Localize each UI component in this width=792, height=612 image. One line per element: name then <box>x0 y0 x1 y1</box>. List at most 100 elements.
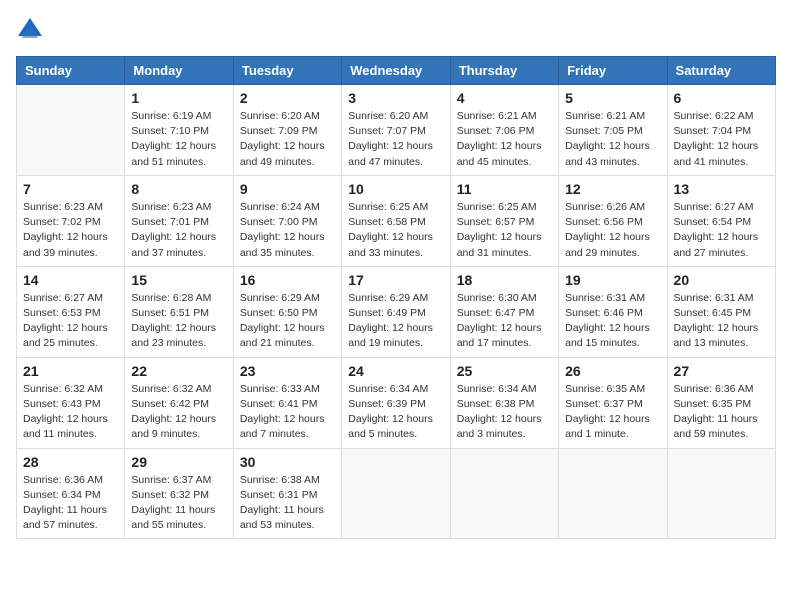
calendar-day-cell: 29Sunrise: 6:37 AMSunset: 6:32 PMDayligh… <box>125 448 233 539</box>
weekday-header: Sunday <box>17 57 125 85</box>
calendar-header-row: SundayMondayTuesdayWednesdayThursdayFrid… <box>17 57 776 85</box>
day-number: 2 <box>240 90 335 106</box>
logo-icon <box>16 16 44 44</box>
day-info: Sunrise: 6:35 AMSunset: 6:37 PMDaylight:… <box>565 382 660 443</box>
weekday-header: Tuesday <box>233 57 341 85</box>
day-number: 21 <box>23 363 118 379</box>
day-number: 7 <box>23 181 118 197</box>
calendar-day-cell: 18 Sunrise: 6:30 AMSunset: 6:47 PMDayligh… <box>450 266 558 357</box>
calendar-day-cell: 7 Sunrise: 6:23 AMSunset: 7:02 PMDaylight… <box>17 175 125 266</box>
day-number: 11 <box>457 181 552 197</box>
calendar-day-cell: 4Sunrise: 6:21 AMSunset: 7:06 PMDaylight… <box>450 85 558 176</box>
page-header <box>16 16 776 44</box>
day-info: Sunrise: 6:22 AMSunset: 7:04 PMDaylight:… <box>674 109 769 170</box>
day-number: 22 <box>131 363 226 379</box>
calendar-day-cell: 17 Sunrise: 6:29 AMSunset: 6:49 PMDayligh… <box>342 266 450 357</box>
day-number: 14 <box>23 272 118 288</box>
calendar-day-cell: 3 Sunrise: 6:20 AMSunset: 7:07 PMDaylight… <box>342 85 450 176</box>
calendar-day-cell: 16 Sunrise: 6:29 AMSunset: 6:50 PMDayligh… <box>233 266 341 357</box>
calendar-week-row: 21Sunrise: 6:32 AMSunset: 6:43 PMDayligh… <box>17 357 776 448</box>
calendar-day-cell: 30 Sunrise: 6:38 AMSunset: 6:31 PMDayligh… <box>233 448 341 539</box>
day-number: 3 <box>348 90 443 106</box>
day-number: 25 <box>457 363 552 379</box>
calendar-day-cell: 23 Sunrise: 6:33 AMSunset: 6:41 PMDayligh… <box>233 357 341 448</box>
calendar-day-cell: 28 Sunrise: 6:36 AMSunset: 6:34 PMDayligh… <box>17 448 125 539</box>
day-info: Sunrise: 6:31 AMSunset: 6:45 PMDaylight:… <box>674 291 769 352</box>
day-info: Sunrise: 6:27 AMSunset: 6:54 PMDaylight:… <box>674 200 769 261</box>
calendar-day-cell: 15 Sunrise: 6:28 AMSunset: 6:51 PMDayligh… <box>125 266 233 357</box>
day-number: 9 <box>240 181 335 197</box>
calendar-day-cell: 6 Sunrise: 6:22 AMSunset: 7:04 PMDaylight… <box>667 85 775 176</box>
day-info: Sunrise: 6:28 AMSunset: 6:51 PMDaylight:… <box>131 291 226 352</box>
day-info: Sunrise: 6:33 AMSunset: 6:41 PMDaylight:… <box>240 382 335 443</box>
calendar-day-cell: 20Sunrise: 6:31 AMSunset: 6:45 PMDayligh… <box>667 266 775 357</box>
calendar-day-cell: 13 Sunrise: 6:27 AMSunset: 6:54 PMDayligh… <box>667 175 775 266</box>
day-info: Sunrise: 6:23 AMSunset: 7:02 PMDaylight:… <box>23 200 118 261</box>
day-info: Sunrise: 6:38 AMSunset: 6:31 PMDaylight:… <box>240 473 335 534</box>
day-info: Sunrise: 6:29 AMSunset: 6:50 PMDaylight:… <box>240 291 335 352</box>
day-info: Sunrise: 6:25 AMSunset: 6:57 PMDaylight:… <box>457 200 552 261</box>
calendar-day-cell: 24 Sunrise: 6:34 AMSunset: 6:39 PMDayligh… <box>342 357 450 448</box>
day-info: Sunrise: 6:20 AMSunset: 7:09 PMDaylight:… <box>240 109 335 170</box>
calendar-day-cell: 14Sunrise: 6:27 AMSunset: 6:53 PMDayligh… <box>17 266 125 357</box>
day-number: 16 <box>240 272 335 288</box>
day-info: Sunrise: 6:29 AMSunset: 6:49 PMDaylight:… <box>348 291 443 352</box>
calendar-day-cell: 19 Sunrise: 6:31 AMSunset: 6:46 PMDayligh… <box>559 266 667 357</box>
weekday-header: Friday <box>559 57 667 85</box>
calendar-day-cell: 10Sunrise: 6:25 AMSunset: 6:58 PMDayligh… <box>342 175 450 266</box>
calendar-day-cell <box>342 448 450 539</box>
day-number: 30 <box>240 454 335 470</box>
calendar-table: SundayMondayTuesdayWednesdayThursdayFrid… <box>16 56 776 539</box>
calendar-day-cell: 8 Sunrise: 6:23 AMSunset: 7:01 PMDaylight… <box>125 175 233 266</box>
calendar-week-row: 28 Sunrise: 6:36 AMSunset: 6:34 PMDayligh… <box>17 448 776 539</box>
logo <box>16 16 48 44</box>
calendar-day-cell: 1Sunrise: 6:19 AMSunset: 7:10 PMDaylight… <box>125 85 233 176</box>
day-number: 15 <box>131 272 226 288</box>
day-number: 29 <box>131 454 226 470</box>
day-number: 24 <box>348 363 443 379</box>
day-number: 13 <box>674 181 769 197</box>
day-info: Sunrise: 6:26 AMSunset: 6:56 PMDaylight:… <box>565 200 660 261</box>
day-number: 8 <box>131 181 226 197</box>
weekday-header: Saturday <box>667 57 775 85</box>
calendar-day-cell: 9 Sunrise: 6:24 AMSunset: 7:00 PMDaylight… <box>233 175 341 266</box>
day-info: Sunrise: 6:34 AMSunset: 6:38 PMDaylight:… <box>457 382 552 443</box>
day-info: Sunrise: 6:31 AMSunset: 6:46 PMDaylight:… <box>565 291 660 352</box>
day-info: Sunrise: 6:36 AMSunset: 6:35 PMDaylight:… <box>674 382 769 443</box>
calendar-day-cell: 21Sunrise: 6:32 AMSunset: 6:43 PMDayligh… <box>17 357 125 448</box>
calendar-day-cell <box>17 85 125 176</box>
day-info: Sunrise: 6:21 AMSunset: 7:05 PMDaylight:… <box>565 109 660 170</box>
day-info: Sunrise: 6:32 AMSunset: 6:42 PMDaylight:… <box>131 382 226 443</box>
day-number: 17 <box>348 272 443 288</box>
calendar-day-cell: 12 Sunrise: 6:26 AMSunset: 6:56 PMDayligh… <box>559 175 667 266</box>
calendar-week-row: 1Sunrise: 6:19 AMSunset: 7:10 PMDaylight… <box>17 85 776 176</box>
day-number: 18 <box>457 272 552 288</box>
calendar-day-cell: 27Sunrise: 6:36 AMSunset: 6:35 PMDayligh… <box>667 357 775 448</box>
calendar-day-cell <box>667 448 775 539</box>
day-info: Sunrise: 6:36 AMSunset: 6:34 PMDaylight:… <box>23 473 118 534</box>
day-number: 10 <box>348 181 443 197</box>
day-info: Sunrise: 6:20 AMSunset: 7:07 PMDaylight:… <box>348 109 443 170</box>
weekday-header: Wednesday <box>342 57 450 85</box>
weekday-header: Thursday <box>450 57 558 85</box>
calendar-day-cell: 2 Sunrise: 6:20 AMSunset: 7:09 PMDaylight… <box>233 85 341 176</box>
day-info: Sunrise: 6:24 AMSunset: 7:00 PMDaylight:… <box>240 200 335 261</box>
day-number: 23 <box>240 363 335 379</box>
day-number: 4 <box>457 90 552 106</box>
day-number: 28 <box>23 454 118 470</box>
calendar-day-cell: 22 Sunrise: 6:32 AMSunset: 6:42 PMDayligh… <box>125 357 233 448</box>
day-number: 12 <box>565 181 660 197</box>
calendar-day-cell <box>450 448 558 539</box>
weekday-header: Monday <box>125 57 233 85</box>
calendar-day-cell <box>559 448 667 539</box>
day-info: Sunrise: 6:34 AMSunset: 6:39 PMDaylight:… <box>348 382 443 443</box>
day-number: 26 <box>565 363 660 379</box>
day-info: Sunrise: 6:23 AMSunset: 7:01 PMDaylight:… <box>131 200 226 261</box>
day-number: 19 <box>565 272 660 288</box>
day-info: Sunrise: 6:30 AMSunset: 6:47 PMDaylight:… <box>457 291 552 352</box>
day-number: 6 <box>674 90 769 106</box>
calendar-week-row: 7 Sunrise: 6:23 AMSunset: 7:02 PMDaylight… <box>17 175 776 266</box>
calendar-week-row: 14Sunrise: 6:27 AMSunset: 6:53 PMDayligh… <box>17 266 776 357</box>
day-number: 5 <box>565 90 660 106</box>
day-number: 1 <box>131 90 226 106</box>
